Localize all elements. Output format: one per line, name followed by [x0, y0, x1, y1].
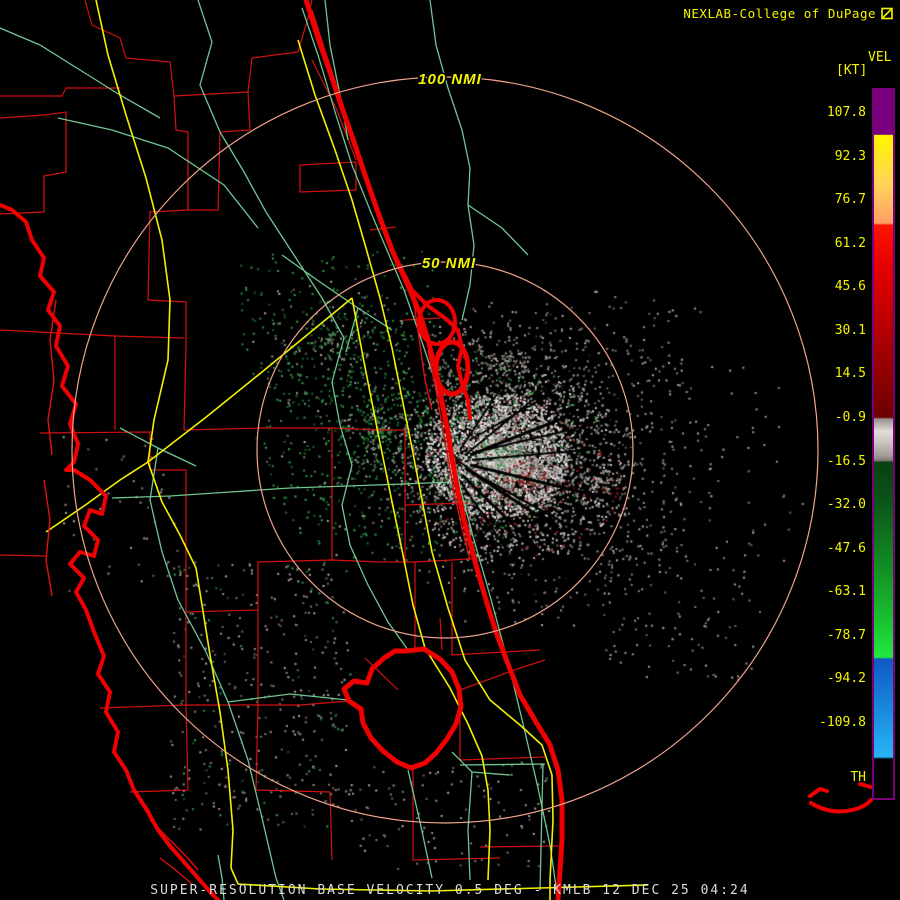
- header: NEXLAB-College of DuPage: [683, 6, 893, 21]
- colorbar-tick-label: -109.8: [819, 714, 866, 730]
- colorbar-tick-label: -32.0: [826, 497, 866, 513]
- colorbar-tick-label: 92.3: [834, 148, 866, 164]
- colorbar-tick-label: -94.2: [826, 671, 866, 687]
- colorbar-tick-label: 30.1: [834, 322, 866, 338]
- cod-logo-icon: [881, 7, 893, 20]
- coastlines: [0, 0, 873, 900]
- colorbar-tick-label: 107.8: [826, 105, 866, 120]
- colorbar-tick-label: -78.7: [826, 627, 866, 643]
- secondary-roads: [0, 0, 559, 900]
- basemap: 100 NMI 50 NMI: [0, 0, 873, 900]
- colorbar-tick-label: 76.7: [834, 192, 866, 208]
- merritt-island-loop: [396, 260, 472, 420]
- colorbar-tick-label: 61.2: [834, 235, 866, 251]
- range-rings: 100 NMI 50 NMI: [71, 70, 819, 824]
- status-bar: SUPER-RESOLUTION BASE VELOCITY 0.5 DEG -…: [150, 883, 750, 898]
- colorbar-tick-label: -16.5: [826, 453, 866, 469]
- banana-river-loop-south: [433, 339, 471, 397]
- colorbar-tick-label: -0.9: [834, 409, 866, 425]
- ring-label-50nmi: 50 NMI: [422, 255, 476, 272]
- header-title: NEXLAB-College of DuPage: [683, 6, 876, 21]
- colorbar-unit: [KT]: [836, 63, 868, 78]
- coastline-east: [303, 0, 565, 900]
- colorbar-threshold-label: TH: [850, 770, 866, 785]
- colorbar-tick-label: -63.1: [826, 584, 866, 600]
- colorbar-tick-label: 45.6: [834, 279, 866, 295]
- lake-okeechobee: [341, 646, 464, 771]
- coastline-west: [0, 203, 220, 900]
- range-ring-100nmi: [71, 76, 819, 824]
- ring-label-100nmi: 100 NMI: [418, 71, 482, 88]
- bahama-coastline: [808, 782, 873, 814]
- colorbar-tick-label: 14.5: [834, 366, 866, 382]
- colorbar-title: VEL: [868, 50, 892, 65]
- colorbar: [872, 88, 895, 800]
- colorbar-tick-label: -47.6: [826, 540, 866, 556]
- radar-screen: { "header": { "title": "NEXLAB-College o…: [0, 0, 900, 900]
- county-lines: [0, 0, 559, 861]
